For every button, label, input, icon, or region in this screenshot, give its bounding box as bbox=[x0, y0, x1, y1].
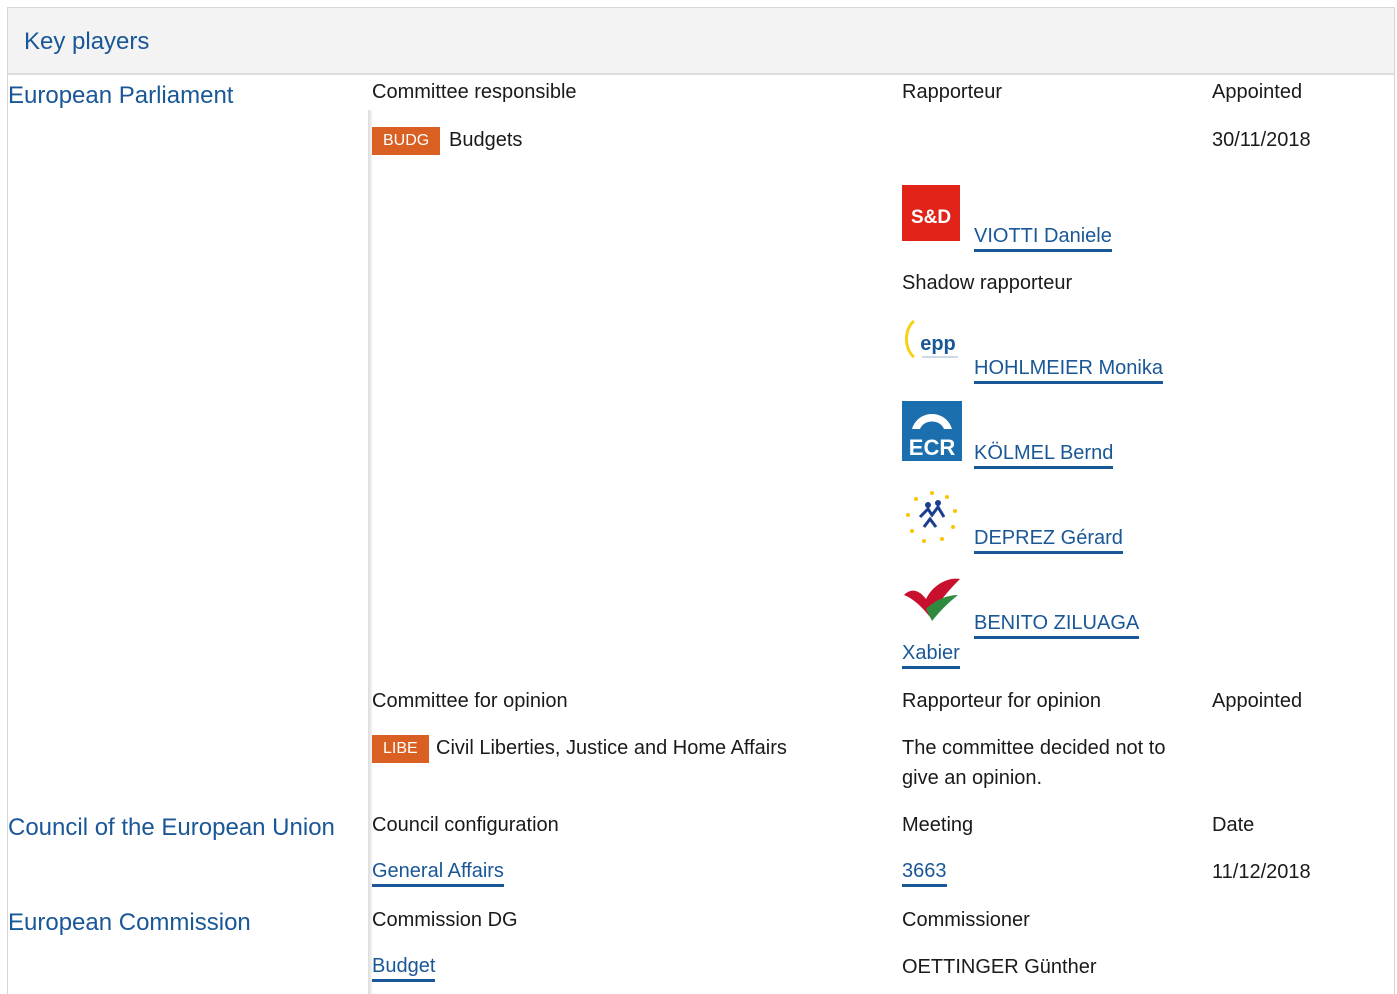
rapporteur-link[interactable]: VIOTTI Daniele bbox=[974, 224, 1112, 252]
key-players-panel bbox=[7, 7, 1395, 994]
committee-name-libe: Civil Liberties, Justice and Home Affair… bbox=[436, 737, 787, 759]
shadow-rapporteur-label: Shadow rapporteur bbox=[902, 272, 1073, 294]
opinion-note: The committee decided not to give an opi… bbox=[902, 737, 1166, 789]
committee-badge-libe: LIBE bbox=[372, 735, 429, 763]
shadow-rapporteur-link-continued[interactable]: Xabier bbox=[902, 641, 960, 669]
key-players-header: Key players bbox=[8, 8, 1394, 75]
council-date: 11/12/2018 bbox=[1212, 861, 1311, 883]
svg-text:S&D: S&D bbox=[911, 207, 951, 228]
council-configuration-link[interactable]: General Affairs bbox=[372, 859, 504, 887]
institution-council: Council of the European Union bbox=[8, 814, 335, 841]
committee-name-budgets: Budgets bbox=[449, 129, 523, 151]
shadow-rapporteur-link[interactable]: HOHLMEIER Monika bbox=[974, 356, 1163, 384]
shadow-rapporteur-link[interactable]: BENITO ZILUAGA bbox=[974, 611, 1140, 639]
meeting-link[interactable]: 3663 bbox=[902, 859, 947, 887]
col-commission-dg: Commission DG bbox=[372, 909, 518, 931]
commission-dg-link[interactable]: Budget bbox=[372, 954, 436, 982]
sd-logo-icon: S&D bbox=[902, 185, 962, 245]
commissioner-name: OETTINGER Günther bbox=[902, 956, 1097, 978]
shadow-rapporteur-link[interactable]: DEPREZ Gérard bbox=[974, 526, 1123, 554]
institution-european-parliament: European Parliament bbox=[8, 82, 234, 109]
institution-commission: European Commission bbox=[8, 909, 251, 936]
col-council-configuration: Council configuration bbox=[372, 814, 559, 836]
committee-badge-budg: BUDG bbox=[372, 127, 441, 155]
col-meeting: Meeting bbox=[902, 814, 974, 836]
svg-text:epp: epp bbox=[920, 333, 956, 355]
col-rapporteur-opinion: Rapporteur for opinion bbox=[902, 690, 1102, 712]
ecr-logo-icon: ECR bbox=[902, 401, 962, 461]
shadow-rapporteur-link[interactable]: KÖLMEL Bernd bbox=[974, 441, 1114, 469]
svg-text:ECR: ECR bbox=[909, 435, 956, 460]
col-date: Date bbox=[1212, 814, 1255, 836]
col-rapporteur: Rapporteur bbox=[902, 81, 1003, 103]
col-commissioner: Commissioner bbox=[902, 909, 1030, 931]
col-committee-opinion: Committee for opinion bbox=[372, 690, 568, 712]
col-appointed-opinion: Appointed bbox=[1212, 690, 1303, 712]
gue-ngl-logo-icon bbox=[902, 573, 962, 633]
col-committee-responsible: Committee responsible bbox=[372, 81, 577, 103]
col-appointed: Appointed bbox=[1212, 81, 1303, 103]
appointed-date: 30/11/2018 bbox=[1212, 129, 1311, 151]
epp-logo-icon: epp bbox=[902, 317, 962, 377]
section-title: Key players bbox=[24, 28, 150, 55]
alde-logo-icon bbox=[902, 487, 962, 547]
